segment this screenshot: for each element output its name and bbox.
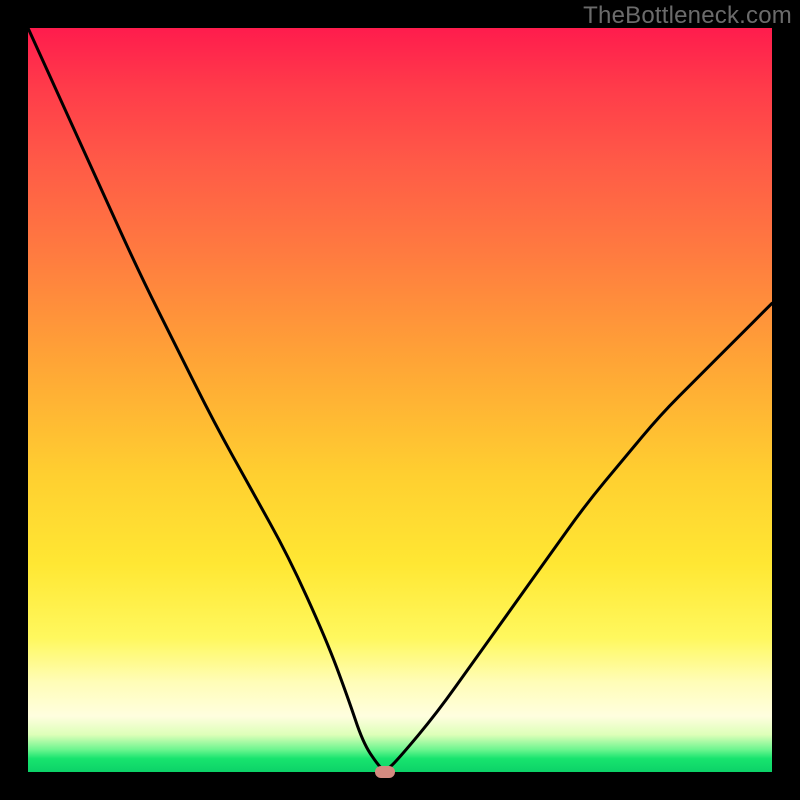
minimum-marker — [375, 766, 395, 778]
curve-svg — [28, 28, 772, 772]
plot-area — [28, 28, 772, 772]
chart-frame: TheBottleneck.com — [0, 0, 800, 800]
watermark-text: TheBottleneck.com — [583, 2, 792, 30]
bottleneck-curve — [28, 28, 772, 770]
